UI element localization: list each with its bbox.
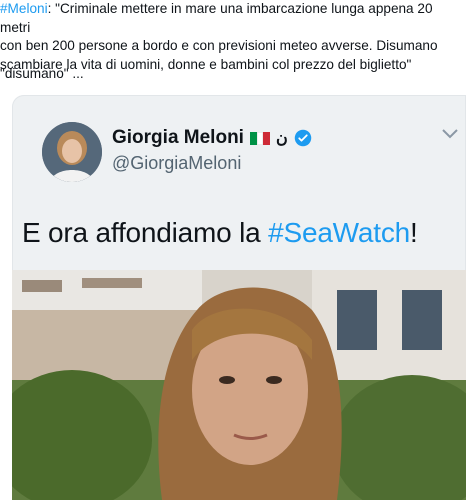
post-line-1: : "Criminale mettere in mare una imbarca…	[0, 1, 433, 35]
tweet-text-main: E ora affondiamo la	[22, 217, 269, 248]
verified-badge-icon	[294, 129, 311, 147]
tweet-hashtag[interactable]: #SeaWatch	[268, 217, 410, 248]
avatar-portrait	[42, 122, 102, 182]
post-text: #Meloni: "Criminale mettere in mare una …	[0, 0, 462, 74]
display-name[interactable]: Giorgia Meloni	[112, 127, 244, 149]
hashtag-link[interactable]: #Meloni	[0, 1, 48, 16]
name-row: Giorgia Meloni ن	[112, 127, 312, 149]
video-frame[interactable]	[12, 270, 466, 500]
quote-line: "disumano" ...	[0, 66, 84, 81]
name-suffix: ن	[275, 130, 288, 147]
embedded-tweet-image[interactable]: Giorgia Meloni ن @GiorgiaMeloni E ora af…	[12, 95, 466, 500]
handle[interactable]: @GiorgiaMeloni	[112, 153, 241, 174]
tweet-text: E ora affondiamo la #SeaWatch!	[22, 217, 418, 249]
avatar[interactable]	[42, 122, 102, 182]
video-still	[12, 270, 466, 500]
post-line-2: con ben 200 persone a bordo e con previs…	[0, 38, 438, 53]
italy-flag-icon	[249, 131, 270, 145]
chevron-down-icon[interactable]	[440, 127, 460, 141]
tweet-text-end: !	[410, 217, 418, 248]
